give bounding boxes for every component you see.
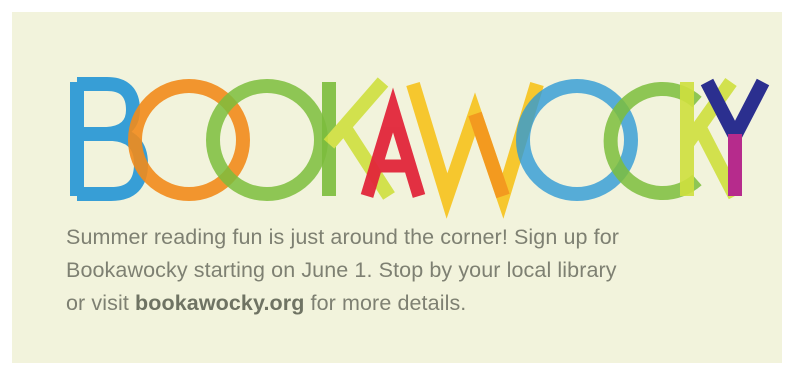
promo-line-3-prefix: or visit [66,291,135,315]
bookawocky-logo-art [70,77,770,219]
promo-message: Summer reading fun is just around the co… [66,221,766,320]
logo-letter-a [360,87,426,198]
promo-card: Summer reading fun is just around the co… [12,12,782,363]
promo-line-1: Summer reading fun is just around the co… [66,225,620,249]
promo-line-3-suffix: for more details. [304,291,467,315]
bookawocky-link[interactable]: bookawocky.org [135,291,304,315]
logo-letter-y [700,78,770,196]
promo-line-2: Bookawocky starting on June 1. Stop by y… [66,258,617,282]
logo-letter-o-2 [206,79,328,201]
bookawocky-logo [67,74,770,219]
